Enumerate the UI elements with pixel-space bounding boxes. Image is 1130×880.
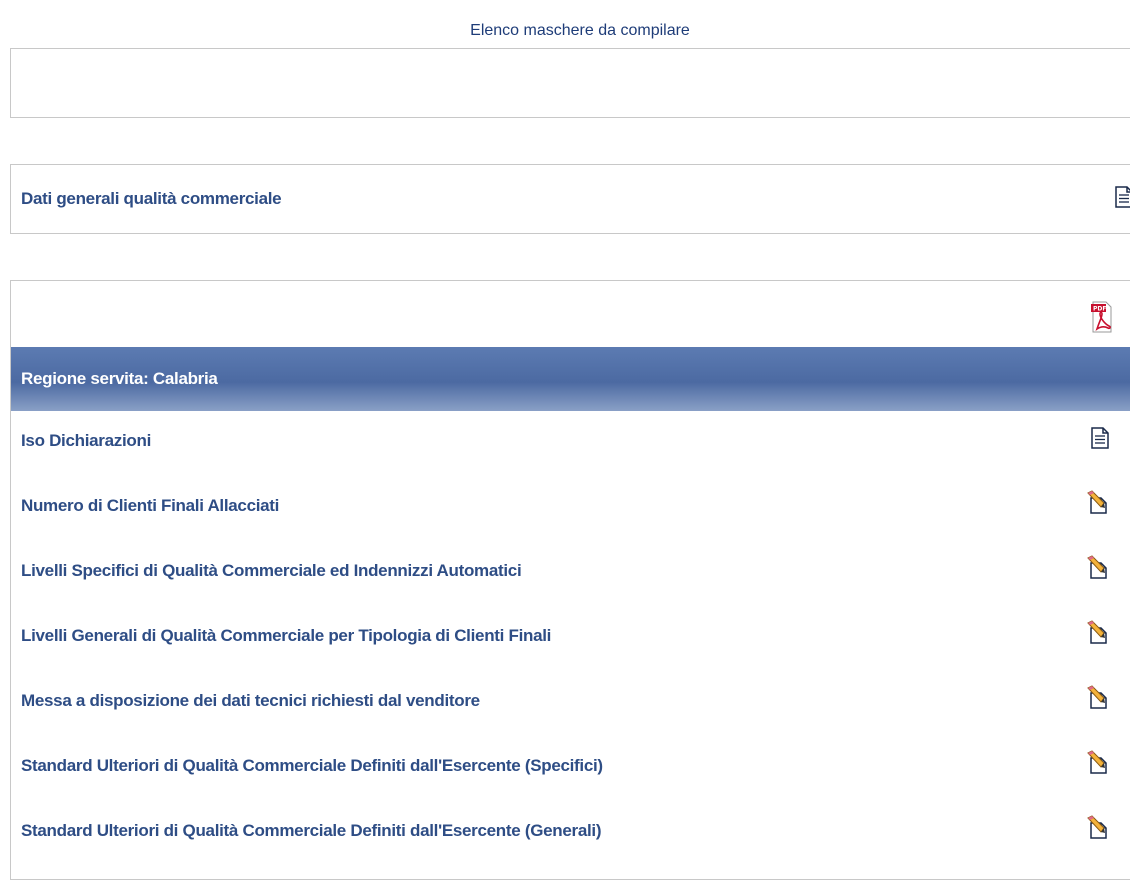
edit-icon[interactable] xyxy=(1086,620,1110,644)
document-icon[interactable] xyxy=(1090,427,1110,449)
edit-icon[interactable] xyxy=(1086,815,1110,839)
page-title: Elenco maschere da compilare xyxy=(470,22,690,39)
pdf-icon[interactable]: PDF xyxy=(1091,300,1113,334)
general-data-panel: Dati generali qualità commerciale xyxy=(10,164,1130,234)
region-panel: PDF Regione servita: Calabria Iso Dichia… xyxy=(10,280,1130,880)
region-item-link[interactable]: Standard Ulteriori di Qualità Commercial… xyxy=(21,756,603,776)
general-data-link[interactable]: Dati generali qualità commerciale xyxy=(21,189,282,209)
edit-icon[interactable] xyxy=(1086,685,1110,709)
empty-panel xyxy=(10,48,1130,118)
edit-icon[interactable] xyxy=(1086,490,1110,514)
region-item-link[interactable]: Livelli Generali di Qualità Commerciale … xyxy=(21,626,551,646)
svg-text:PDF: PDF xyxy=(1093,306,1106,313)
edit-icon[interactable] xyxy=(1086,750,1110,774)
region-item-link[interactable]: Standard Ulteriori di Qualità Commercial… xyxy=(21,821,601,841)
region-item-link[interactable]: Iso Dichiarazioni xyxy=(21,431,151,451)
region-item-link[interactable]: Numero di Clienti Finali Allacciati xyxy=(21,496,279,516)
region-item-link[interactable]: Livelli Specifici di Qualità Commerciale… xyxy=(21,561,522,581)
region-item-link[interactable]: Messa a disposizione dei dati tecnici ri… xyxy=(21,691,480,711)
document-icon[interactable] xyxy=(1114,186,1130,208)
edit-icon[interactable] xyxy=(1086,555,1110,579)
region-header: Regione servita: Calabria xyxy=(11,347,1130,411)
